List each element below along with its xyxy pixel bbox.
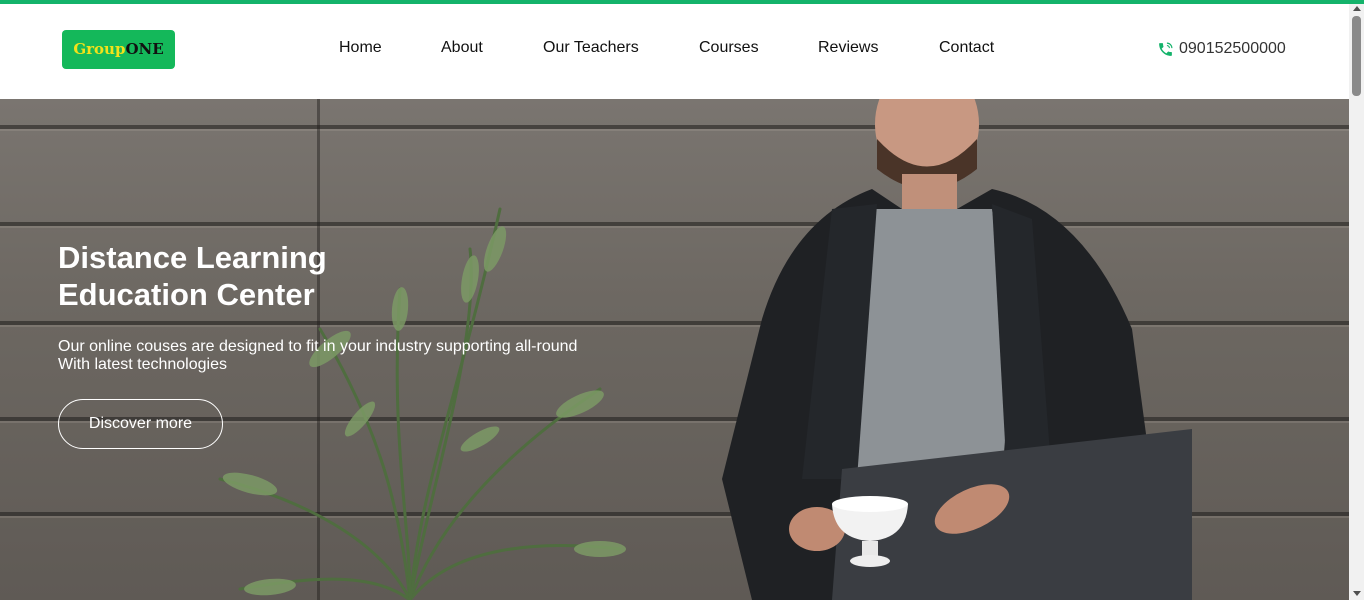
hero-subtitle-line1: Our online couses are designed to fit in…: [58, 338, 578, 355]
brand-logo[interactable]: GroupONE: [62, 30, 175, 69]
nav-reviews[interactable]: Reviews: [818, 39, 878, 57]
site-header: GroupONE Home About Our Teachers Courses…: [0, 4, 1349, 99]
brand-logo-part1: Group: [73, 40, 126, 58]
hero-text-block: Distance Learning Education Center Our o…: [58, 239, 618, 374]
page-scrollbar[interactable]: [1349, 4, 1364, 600]
hero-title: Distance Learning Education Center: [58, 239, 618, 313]
scroll-down-icon[interactable]: [1353, 591, 1361, 596]
phone-icon: [1159, 42, 1173, 56]
hero-subtitle: Our online couses are designed to fit in…: [58, 338, 618, 374]
hero-title-line1: Distance Learning: [58, 240, 327, 275]
hero-subtitle-line2: With latest technologies: [58, 356, 227, 373]
nav-courses[interactable]: Courses: [699, 39, 759, 57]
nav-home[interactable]: Home: [339, 39, 382, 57]
brand-logo-part2: ONE: [125, 40, 164, 58]
nav-about[interactable]: About: [441, 39, 483, 57]
scroll-thumb[interactable]: [1352, 16, 1361, 96]
hero-title-line2: Education Center: [58, 277, 315, 312]
phone-contact[interactable]: 090152500000: [1157, 39, 1286, 59]
discover-more-button[interactable]: Discover more: [58, 399, 223, 449]
hero-section: Distance Learning Education Center Our o…: [0, 99, 1349, 600]
scroll-up-icon[interactable]: [1353, 6, 1361, 11]
nav-our-teachers[interactable]: Our Teachers: [543, 39, 639, 57]
nav-contact[interactable]: Contact: [939, 39, 994, 57]
phone-number: 090152500000: [1179, 40, 1286, 57]
person-photo: [722, 99, 1192, 600]
